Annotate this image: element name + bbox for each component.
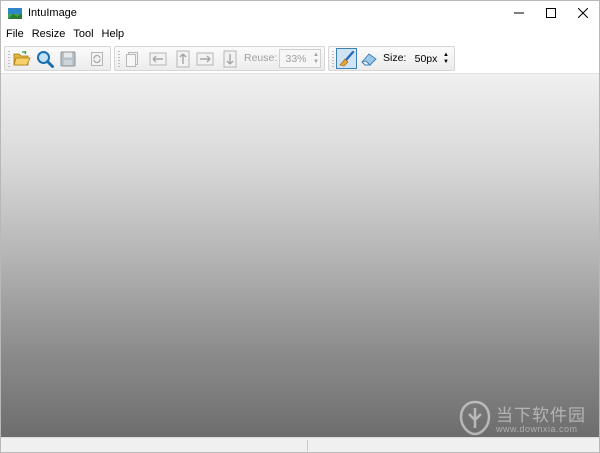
size-value: 50px xyxy=(414,52,438,65)
window-title: IntuImage xyxy=(28,7,77,19)
eraser-tool-button[interactable] xyxy=(360,50,378,68)
watermark-logo-icon xyxy=(459,400,491,436)
resize-toolbar-group: Reuse: 33% ▲ ▼ xyxy=(114,46,325,71)
menu-file[interactable]: File xyxy=(3,25,27,44)
shrink-horizontal-button[interactable] xyxy=(149,50,167,68)
reuse-spin-arrows[interactable]: ▲ ▼ xyxy=(312,50,320,67)
reuse-spinbox[interactable]: 33% ▲ ▼ xyxy=(279,49,321,68)
pages-icon xyxy=(126,52,138,67)
close-icon xyxy=(578,8,588,18)
toolbar-grip[interactable] xyxy=(8,51,10,67)
open-folder-icon xyxy=(13,51,31,66)
brush-tool-button[interactable] xyxy=(336,48,357,69)
toolbar-grip[interactable] xyxy=(118,51,120,67)
extend-right-button[interactable] xyxy=(196,50,214,68)
image-canvas[interactable] xyxy=(1,74,599,437)
watermark-url: www.downxia.com xyxy=(496,424,578,434)
save-disk-icon xyxy=(60,51,76,67)
document-refresh-icon xyxy=(91,52,103,66)
maximize-button[interactable] xyxy=(535,1,567,25)
maximize-icon xyxy=(546,8,556,18)
pages-button[interactable] xyxy=(123,50,141,68)
shrink-up-button[interactable] xyxy=(174,50,192,68)
menu-bar: File Resize Tool Help xyxy=(1,25,599,44)
app-logo-icon xyxy=(8,7,22,19)
watermark: 当下软件园 www.downxia.com xyxy=(456,399,591,439)
title-bar: IntuImage xyxy=(1,1,599,25)
window-controls xyxy=(503,1,599,25)
save-button[interactable] xyxy=(59,50,77,68)
spin-up-icon[interactable]: ▲ xyxy=(313,52,319,59)
extend-down-button[interactable] xyxy=(221,50,239,68)
close-button[interactable] xyxy=(567,1,599,25)
minimize-button[interactable] xyxy=(503,1,535,25)
toolbar: Reuse: 33% ▲ ▼ Size: 50px ▲ ▼ xyxy=(1,44,599,74)
arrow-left-right-icon xyxy=(149,52,167,66)
spin-up-icon[interactable]: ▲ xyxy=(443,52,449,59)
app-window: IntuImage File Resize Tool Help Reuse: 3… xyxy=(0,0,600,453)
magnifier-icon xyxy=(37,51,54,68)
paintbrush-icon xyxy=(338,50,354,66)
convert-button[interactable] xyxy=(88,50,106,68)
spin-down-icon[interactable]: ▼ xyxy=(443,59,449,66)
brush-toolbar-group: Size: 50px ▲ ▼ xyxy=(328,46,455,71)
arrow-right-icon xyxy=(196,52,214,66)
arrow-up-icon xyxy=(176,50,190,68)
preview-button[interactable] xyxy=(36,50,54,68)
spin-down-icon[interactable]: ▼ xyxy=(313,59,319,66)
menu-tool[interactable]: Tool xyxy=(70,25,96,44)
reuse-label: Reuse: xyxy=(244,52,278,64)
menu-help[interactable]: Help xyxy=(99,25,128,44)
status-separator xyxy=(307,440,308,451)
menu-resize[interactable]: Resize xyxy=(29,25,69,44)
arrow-down-icon xyxy=(223,50,237,68)
open-button[interactable] xyxy=(13,50,31,68)
minimize-icon xyxy=(514,12,524,14)
size-spin-arrows[interactable]: ▲ ▼ xyxy=(442,50,450,67)
toolbar-grip[interactable] xyxy=(332,51,334,67)
size-spinbox[interactable]: 50px ▲ ▼ xyxy=(409,49,451,68)
reuse-value: 33% xyxy=(285,52,307,65)
watermark-text: 当下软件园 xyxy=(496,406,586,426)
status-bar xyxy=(1,437,599,452)
size-label: Size: xyxy=(383,52,407,64)
file-toolbar-group xyxy=(4,46,111,71)
eraser-icon xyxy=(361,53,377,66)
